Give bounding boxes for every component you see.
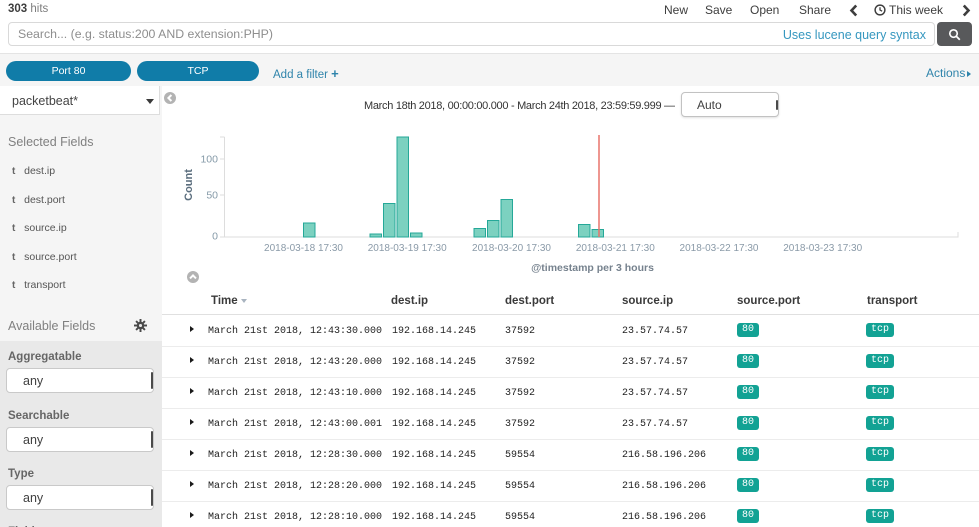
svg-text:50: 50 xyxy=(206,190,218,202)
svg-text:2018-03-19 17:30: 2018-03-19 17:30 xyxy=(368,243,447,254)
svg-text:2018-03-23 17:30: 2018-03-23 17:30 xyxy=(783,243,862,254)
svg-text:2018-03-20 17:30: 2018-03-20 17:30 xyxy=(472,243,551,254)
svg-text:0: 0 xyxy=(212,231,218,243)
svg-text:Count: Count xyxy=(183,169,195,201)
svg-text:2018-03-18 17:30: 2018-03-18 17:30 xyxy=(264,243,343,254)
svg-text:100: 100 xyxy=(200,154,218,166)
svg-text:2018-03-22 17:30: 2018-03-22 17:30 xyxy=(680,243,759,254)
svg-text:2018-03-21 17:30: 2018-03-21 17:30 xyxy=(576,243,655,254)
